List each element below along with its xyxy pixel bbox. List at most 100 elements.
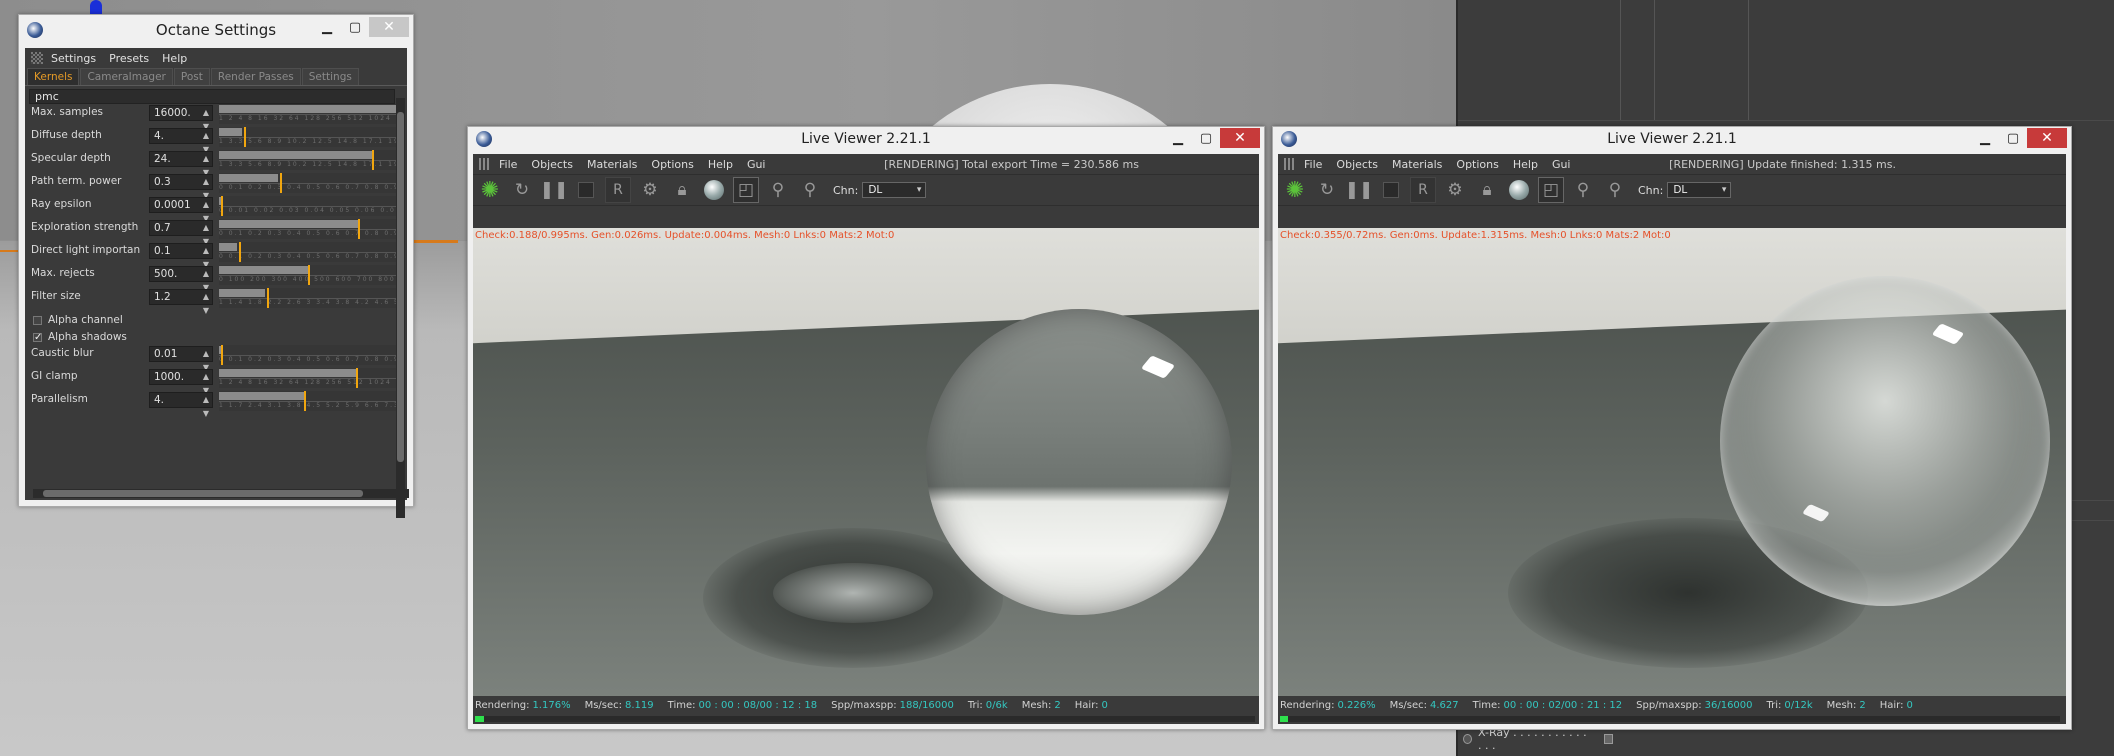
material-ball-icon[interactable]: [701, 177, 727, 203]
render-view[interactable]: Check:0.355/0.72ms. Gen:0ms. Update:1.31…: [1278, 228, 2066, 708]
param-value-field[interactable]: 24. ▲ ▼: [149, 151, 213, 177]
crop-region-icon[interactable]: ◰: [1538, 177, 1564, 203]
param-value-field[interactable]: 500. ▲ ▼: [149, 266, 213, 292]
param-slider[interactable]: 1 2 4 8 16 32 64 128 256 512 1024: [219, 368, 397, 388]
slider-knob[interactable]: [220, 196, 223, 216]
param-slider[interactable]: 0 0.01 0.02 0.03 0.04 0.05 0.06 0.07 0.0…: [219, 196, 397, 216]
xray-checkbox[interactable]: [1603, 734, 1613, 744]
menu-help[interactable]: Help: [708, 158, 733, 171]
spinner-arrows-icon[interactable]: ▲ ▼: [203, 290, 209, 318]
viewer-title-bar[interactable]: Live Viewer 2.21.1 ▁ ▢ ✕: [468, 127, 1264, 151]
param-value-field[interactable]: 4. ▲ ▼: [149, 128, 213, 154]
lock-icon[interactable]: 🔒︎: [669, 177, 695, 203]
lock-icon[interactable]: 🔒︎: [1474, 177, 1500, 203]
slider-knob[interactable]: [357, 219, 360, 239]
menu-file[interactable]: File: [499, 158, 517, 171]
param-value-field[interactable]: 0.3 ▲ ▼: [149, 174, 213, 200]
param-slider[interactable]: 0 100 200 300 400 500 600 700 800 900 10…: [219, 265, 397, 285]
menu-file[interactable]: File: [1304, 158, 1322, 171]
material-ball-icon[interactable]: [1506, 177, 1532, 203]
grip-icon[interactable]: [1284, 158, 1296, 170]
param-value-field[interactable]: 16000. ▲ ▼: [149, 105, 213, 131]
menu-help[interactable]: Help: [1513, 158, 1538, 171]
restart-render-icon[interactable]: ↻: [509, 177, 535, 203]
param-value-field[interactable]: 0.0001 ▲ ▼: [149, 197, 213, 223]
crop-region-icon[interactable]: ◰: [733, 177, 759, 203]
spinner-arrows-icon[interactable]: ▲ ▼: [203, 393, 209, 421]
menu-objects[interactable]: Objects: [531, 158, 573, 171]
slider-knob[interactable]: [356, 368, 359, 388]
pause-icon[interactable]: ❚❚: [540, 177, 569, 203]
param-slider[interactable]: 0 0.1 0.2 0.3 0.4 0.5 0.6 0.7 0.8 0.9 1: [219, 345, 397, 365]
minimize-icon[interactable]: ▁: [313, 17, 341, 37]
param-value-field[interactable]: 0.1 ▲ ▼: [149, 243, 213, 269]
param-slider[interactable]: 0 0.1 0.2 0.3 0.4 0.5 0.6 0.7 0.8 0.9 1: [219, 219, 397, 239]
param-slider[interactable]: 0 0.1 0.2 0.3 0.4 0.5 0.6 0.7 0.8 0.9 1: [219, 173, 397, 193]
maximize-icon[interactable]: ▢: [1192, 128, 1220, 148]
maximize-icon[interactable]: ▢: [1999, 128, 2027, 148]
material-pick-icon[interactable]: ⚲: [797, 177, 823, 203]
send-scene-icon[interactable]: ✺: [477, 177, 503, 203]
checkbox-box[interactable]: ✓: [33, 332, 42, 342]
close-icon[interactable]: ✕: [2027, 128, 2067, 148]
maximize-icon[interactable]: ▢: [341, 17, 369, 37]
slider-knob[interactable]: [243, 127, 246, 147]
param-slider[interactable]: 1 1.7 2.4 3.1 3.8 4.5 5.2 5.9 6.6 7.3 8: [219, 391, 397, 411]
focus-pick-icon[interactable]: ⚲: [765, 177, 791, 203]
material-pick-icon[interactable]: ⚲: [1602, 177, 1628, 203]
channel-dropdown[interactable]: DL: [1667, 182, 1732, 198]
restart-render-icon[interactable]: ↻: [1314, 177, 1340, 203]
menu-materials[interactable]: Materials: [587, 158, 637, 171]
channel-selector[interactable]: Chn: DL: [833, 182, 927, 198]
param-slider[interactable]: 1 1.4 1.8 2.2 2.6 3 3.4 3.8 4.2 4.6 5: [219, 288, 397, 308]
settings-gear-icon[interactable]: ⚙: [1442, 177, 1468, 203]
param-slider[interactable]: 1 3.3 5.6 8.9 10.2 12.5 14.8 17.1 19.4 2…: [219, 127, 397, 147]
tab-cameraimager[interactable]: CameraImager: [80, 68, 173, 85]
focus-pick-icon[interactable]: ⚲: [1570, 177, 1596, 203]
tab-settings[interactable]: Settings: [301, 68, 359, 85]
param-value-field[interactable]: 1.2 ▲ ▼: [149, 289, 213, 315]
channel-selector[interactable]: Chn: DL: [1638, 182, 1732, 198]
viewer-title-bar[interactable]: Live Viewer 2.21.1 ▁ ▢ ✕: [1273, 127, 2071, 151]
param-slider[interactable]: 1 2 4 8 16 32 64 128 256 512 1024 2048: [219, 104, 397, 124]
xray-option[interactable]: X-Ray . . . . . . . . . . . . . .: [1463, 726, 1613, 752]
stop-icon[interactable]: [1378, 177, 1404, 203]
menu-help[interactable]: Help: [162, 52, 187, 65]
close-icon[interactable]: ✕: [369, 17, 409, 37]
slider-knob[interactable]: [279, 173, 282, 193]
xray-radio[interactable]: [1463, 734, 1473, 744]
param-slider[interactable]: 0 0.1 0.2 0.3 0.4 0.5 0.6 0.7 0.8 0.9 1: [219, 242, 397, 262]
param-value-field[interactable]: 1000. ▲ ▼: [149, 369, 213, 395]
menu-settings[interactable]: Settings: [51, 52, 96, 65]
render-view[interactable]: Check:0.188/0.995ms. Gen:0.026ms. Update…: [473, 228, 1259, 708]
region-render-icon[interactable]: R: [605, 177, 631, 203]
minimize-icon[interactable]: ▁: [1971, 128, 1999, 148]
tab-render-passes[interactable]: Render Passes: [210, 68, 301, 85]
param-value-field[interactable]: 0.7 ▲ ▼: [149, 220, 213, 246]
tab-post[interactable]: Post: [173, 68, 210, 85]
slider-knob[interactable]: [267, 288, 270, 308]
close-icon[interactable]: ✕: [1220, 128, 1260, 148]
settings-gear-icon[interactable]: ⚙: [637, 177, 663, 203]
menu-objects[interactable]: Objects: [1336, 158, 1378, 171]
checkbox-box[interactable]: [33, 315, 42, 325]
horizontal-scrollbar[interactable]: [33, 489, 409, 498]
param-value-field[interactable]: 4. ▲ ▼: [149, 392, 213, 418]
slider-knob[interactable]: [308, 265, 310, 285]
kernel-type-select[interactable]: pmc: [29, 89, 395, 104]
slider-knob[interactable]: [372, 150, 375, 170]
menu-options[interactable]: Options: [651, 158, 693, 171]
param-slider[interactable]: 1 3.3 5.6 8.9 10.2 12.5 14.8 17.1 19.4 2…: [219, 150, 397, 170]
menu-gui[interactable]: Gui: [1552, 158, 1571, 171]
slider-knob[interactable]: [220, 345, 223, 365]
grip-icon[interactable]: [479, 158, 491, 170]
send-scene-icon[interactable]: ✺: [1282, 177, 1308, 203]
region-render-icon[interactable]: R: [1410, 177, 1436, 203]
menu-options[interactable]: Options: [1456, 158, 1498, 171]
vertical-scrollbar[interactable]: [396, 98, 405, 518]
menu-presets[interactable]: Presets: [109, 52, 149, 65]
menu-materials[interactable]: Materials: [1392, 158, 1442, 171]
tab-kernels[interactable]: Kernels: [27, 68, 80, 85]
menu-gui[interactable]: Gui: [747, 158, 766, 171]
stop-icon[interactable]: [573, 177, 599, 203]
